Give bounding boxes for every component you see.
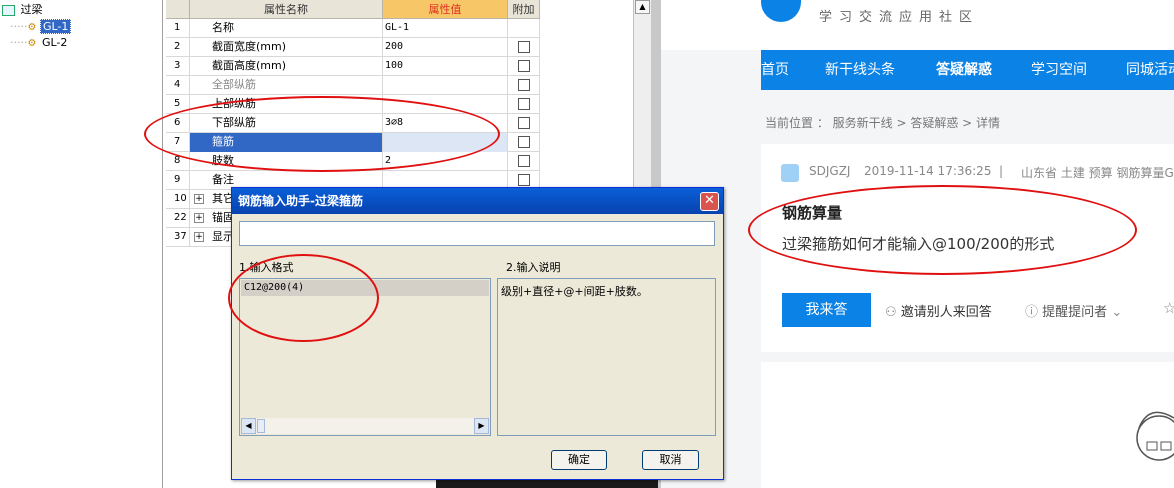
folder-icon bbox=[2, 4, 15, 16]
cancel-button[interactable]: 取消 bbox=[642, 450, 699, 470]
nav-events[interactable]: 同城活动 bbox=[1126, 50, 1174, 90]
tree-item-gl1[interactable]: ·····⚙ GL-1 bbox=[10, 19, 72, 35]
description-box: 级别+直径+@+间距+肢数。 bbox=[497, 278, 716, 436]
tree-item-label: GL-2 bbox=[41, 36, 68, 49]
extra-checkbox[interactable] bbox=[518, 155, 530, 167]
expand-icon[interactable]: + bbox=[194, 213, 204, 223]
property-value[interactable]: 100 bbox=[383, 57, 508, 76]
tree-root[interactable]: 过梁 bbox=[2, 2, 45, 18]
component-icon: ⚙ bbox=[27, 22, 37, 33]
highlight-ellipse bbox=[144, 96, 500, 172]
question-time: 2019-11-14 17:36:25 bbox=[864, 164, 992, 178]
property-name-label: 备注 bbox=[212, 173, 234, 186]
brand-bar: 学习交流应用社区 bbox=[661, 0, 1174, 50]
grid-row[interactable]: 1 名称 GL-1 bbox=[166, 19, 540, 38]
logo-icon bbox=[761, 0, 801, 22]
breadcrumb: 当前位置 ： 服务新干线 > 答疑解惑 > 详情 bbox=[765, 116, 1000, 130]
property-name-label: 截面高度(mm) bbox=[212, 59, 287, 72]
row-number: 2 bbox=[166, 38, 190, 57]
question-user[interactable]: SDJGZJ bbox=[809, 164, 850, 178]
invite-label: 邀请别人来回答 bbox=[900, 305, 992, 320]
expand-icon[interactable]: + bbox=[194, 194, 204, 204]
nav-study[interactable]: 学习空间 bbox=[1031, 50, 1087, 90]
row-number: 10 bbox=[166, 190, 190, 209]
remind-link[interactable]: ⓘ 提醒提问者 ⌄ bbox=[1025, 301, 1122, 320]
row-number: 4 bbox=[166, 76, 190, 95]
property-value[interactable] bbox=[383, 76, 508, 95]
row-number: 9 bbox=[166, 171, 190, 190]
remind-label: 提醒提问者 bbox=[1042, 305, 1108, 320]
property-name: 截面高度(mm) bbox=[190, 57, 383, 76]
scroll-right-icon[interactable]: ▶ bbox=[474, 418, 489, 434]
nav-home[interactable]: 首页 bbox=[761, 50, 789, 90]
row-number: 3 bbox=[166, 57, 190, 76]
property-value[interactable]: GL-1 bbox=[383, 19, 508, 38]
extra-cell bbox=[508, 19, 540, 38]
row-number: 1 bbox=[166, 19, 190, 38]
extra-checkbox[interactable] bbox=[518, 117, 530, 129]
close-icon[interactable]: ✕ bbox=[700, 192, 719, 211]
grid-header-name: 属性名称 bbox=[190, 0, 383, 19]
property-name: 截面宽度(mm) bbox=[190, 38, 383, 57]
person-icon: ⚇ bbox=[885, 305, 897, 320]
info-icon: ⓘ bbox=[1025, 305, 1039, 320]
extra-cell bbox=[508, 38, 540, 57]
row-number: 37 bbox=[166, 228, 190, 247]
extra-checkbox[interactable] bbox=[518, 60, 530, 72]
nav-headlines[interactable]: 新干线头条 bbox=[825, 50, 895, 90]
nav-qa[interactable]: 答疑解惑 bbox=[936, 50, 992, 90]
description-label: 2.输入说明 bbox=[506, 261, 561, 274]
grid-header-num bbox=[166, 0, 190, 19]
ok-button[interactable]: 确定 bbox=[551, 450, 607, 470]
highlight-ellipse bbox=[228, 254, 379, 342]
answer-button[interactable]: 我来答 bbox=[782, 293, 871, 327]
scroll-thumb[interactable] bbox=[257, 419, 265, 433]
horizontal-scrollbar[interactable]: ◀ ▶ bbox=[241, 418, 489, 434]
extra-checkbox[interactable] bbox=[518, 136, 530, 148]
row-number: 22 bbox=[166, 209, 190, 228]
extra-checkbox[interactable] bbox=[518, 98, 530, 110]
property-name: 名称 bbox=[190, 19, 383, 38]
tree-panel: 过梁 ·····⚙ GL-1 ·····⚙ GL-2 bbox=[0, 0, 163, 488]
property-name-label: 全部纵筋 bbox=[212, 78, 256, 91]
brand-subtitle: 学习交流应用社区 bbox=[819, 10, 980, 25]
extra-cell bbox=[508, 95, 540, 114]
meta-separator: | bbox=[999, 164, 1004, 178]
property-name: 全部纵筋 bbox=[190, 76, 383, 95]
extra-cell bbox=[508, 76, 540, 95]
invite-link[interactable]: ⚇ 邀请别人来回答 bbox=[885, 301, 992, 320]
avatar bbox=[781, 164, 799, 182]
answer-area bbox=[761, 362, 1174, 488]
question-tags: 山东省 土建 预算 钢筋算量GGJ bbox=[1021, 166, 1174, 180]
mascot-icon bbox=[1136, 411, 1174, 461]
extra-cell bbox=[508, 152, 540, 171]
grid-row[interactable]: 3 截面高度(mm) 100 bbox=[166, 57, 540, 76]
extra-cell bbox=[508, 114, 540, 133]
property-name-label: 截面宽度(mm) bbox=[212, 40, 287, 53]
highlight-ellipse bbox=[748, 185, 1137, 275]
tree-root-label: 过梁 bbox=[20, 3, 43, 16]
grid-header-value: 属性值 bbox=[383, 0, 508, 19]
grid-row[interactable]: 4 全部纵筋 bbox=[166, 76, 540, 95]
grid-row[interactable]: 2 截面宽度(mm) 200 bbox=[166, 38, 540, 57]
extra-checkbox[interactable] bbox=[518, 79, 530, 91]
star-icon[interactable]: ☆ bbox=[1163, 299, 1174, 317]
nav-bar: 首页 新干线头条 答疑解惑 学习空间 同城活动 bbox=[761, 50, 1174, 90]
scroll-left-icon[interactable]: ◀ bbox=[241, 418, 256, 434]
dialog-title[interactable]: 钢筋输入助手-过梁箍筋 bbox=[232, 188, 723, 214]
extra-cell bbox=[508, 57, 540, 76]
tree-item-gl2[interactable]: ·····⚙ GL-2 bbox=[10, 35, 69, 51]
component-icon: ⚙ bbox=[27, 38, 37, 49]
extra-checkbox[interactable] bbox=[518, 174, 530, 186]
grid-header-extra: 附加 bbox=[508, 0, 540, 19]
scroll-up-icon[interactable]: ▲ bbox=[635, 0, 650, 14]
property-name-label: 名称 bbox=[212, 21, 234, 34]
extra-cell bbox=[508, 133, 540, 152]
rebar-input-field[interactable] bbox=[239, 221, 715, 246]
extra-checkbox[interactable] bbox=[518, 41, 530, 53]
tree-item-label: GL-1 bbox=[39, 19, 72, 34]
property-value[interactable]: 200 bbox=[383, 38, 508, 57]
chevron-down-icon: ⌄ bbox=[1111, 305, 1123, 320]
expand-icon[interactable]: + bbox=[194, 232, 204, 242]
